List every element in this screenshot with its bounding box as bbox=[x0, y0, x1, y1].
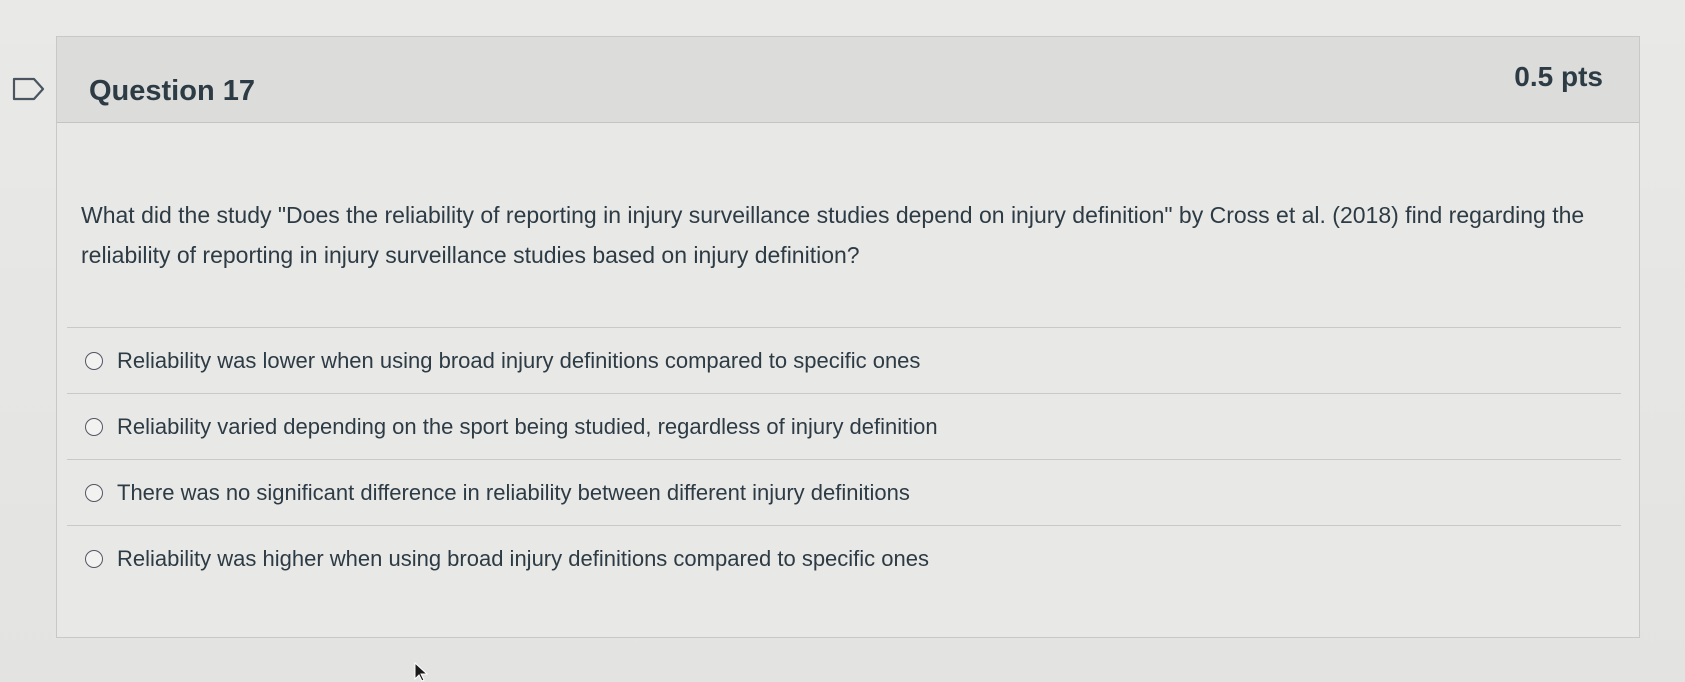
answer-label[interactable]: Reliability was lower when using broad i… bbox=[117, 348, 920, 374]
answer-label[interactable]: Reliability was higher when using broad … bbox=[117, 546, 929, 572]
mouse-pointer-icon bbox=[414, 662, 429, 682]
answer-option[interactable]: Reliability was lower when using broad i… bbox=[67, 327, 1621, 393]
answer-option[interactable]: There was no significant difference in r… bbox=[67, 459, 1621, 525]
flag-question-icon[interactable] bbox=[12, 77, 46, 101]
question-header: Question 17 0.5 pts bbox=[57, 37, 1639, 123]
answer-option[interactable]: Reliability varied depending on the spor… bbox=[67, 393, 1621, 459]
radio-button[interactable] bbox=[85, 483, 103, 502]
answer-option[interactable]: Reliability was higher when using broad … bbox=[67, 525, 1621, 591]
question-title: Question 17 bbox=[89, 75, 255, 107]
question-points: 0.5 pts bbox=[1514, 61, 1603, 92]
answer-label[interactable]: Reliability varied depending on the spor… bbox=[117, 414, 938, 440]
question-text: What did the study "Does the reliability… bbox=[81, 202, 1585, 268]
answer-list: Reliability was lower when using broad i… bbox=[67, 327, 1621, 591]
quiz-page: Question 17 0.5 pts What did the study "… bbox=[0, 0, 1685, 682]
radio-button[interactable] bbox=[85, 549, 103, 568]
question-card: Question 17 0.5 pts What did the study "… bbox=[56, 36, 1640, 638]
radio-button[interactable] bbox=[85, 417, 103, 436]
answer-label[interactable]: There was no significant difference in r… bbox=[117, 480, 910, 506]
radio-button[interactable] bbox=[85, 351, 103, 370]
